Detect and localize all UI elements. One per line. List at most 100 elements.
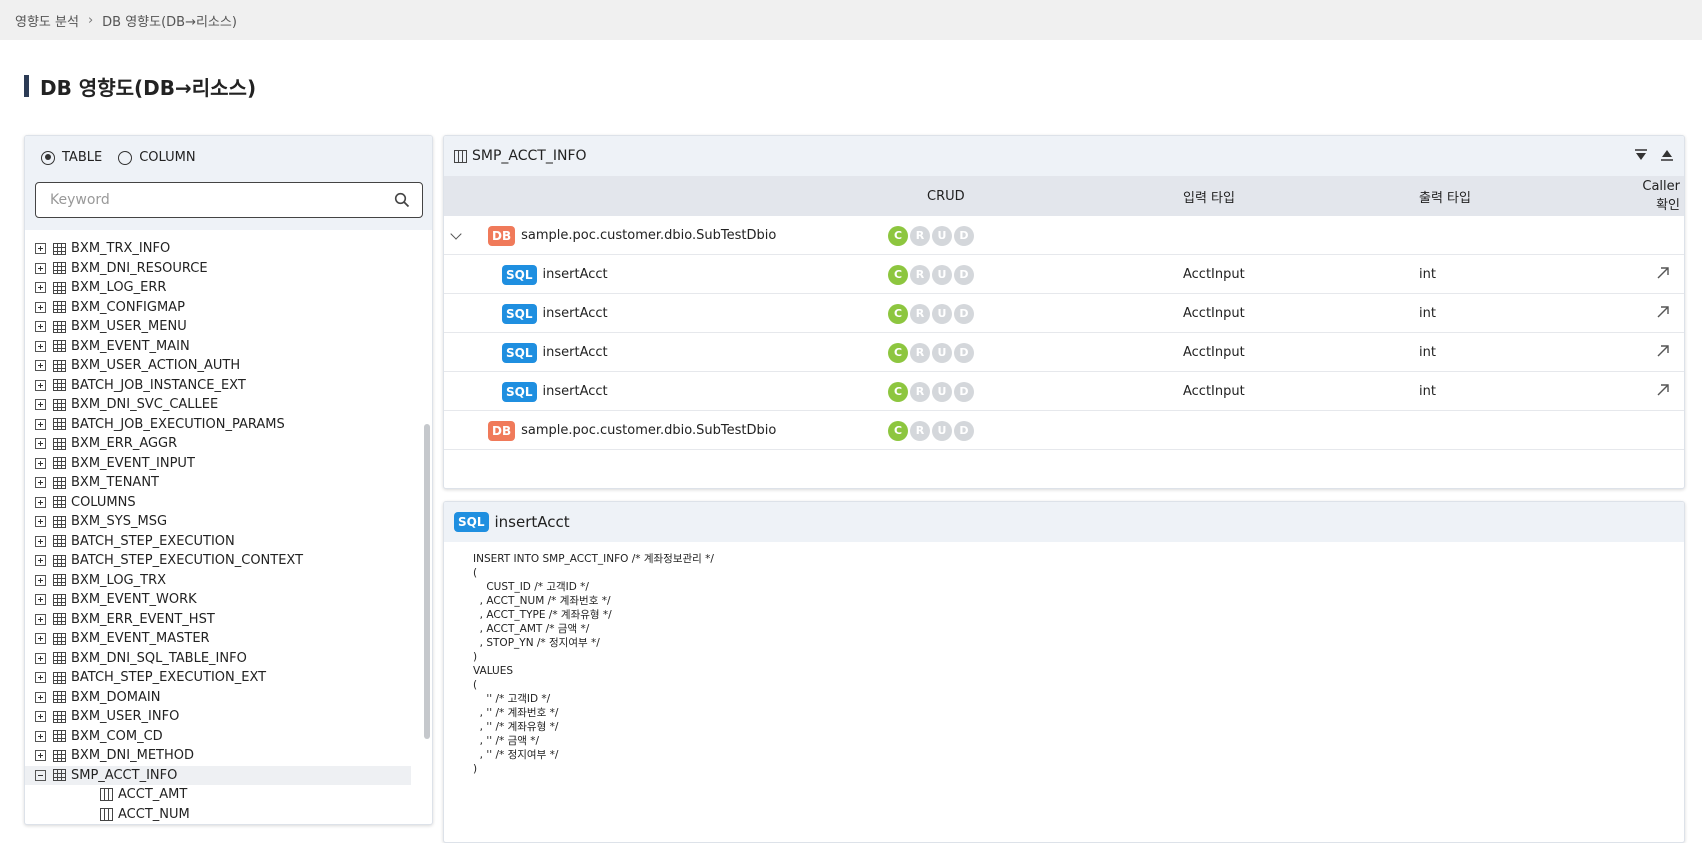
radio-table[interactable] <box>41 150 55 165</box>
tree-item-column[interactable]: ACCT_AMT <box>25 785 425 805</box>
expand-icon[interactable] <box>35 652 46 664</box>
tree-item-label: BXM_DOMAIN <box>71 689 161 705</box>
expand-icon[interactable] <box>35 399 46 411</box>
table-icon <box>53 593 66 606</box>
tree-item-table[interactable]: BXM_USER_ACTION_AUTH <box>25 356 425 376</box>
tree-item-table[interactable]: BATCH_STEP_EXECUTION_EXT <box>25 668 425 688</box>
tree-item-table[interactable]: BXM_EVENT_WORK <box>25 590 425 610</box>
tree-item-label: BXM_CONFIGMAP <box>71 299 185 315</box>
radio-column[interactable] <box>118 150 133 165</box>
sql-badge: SQL <box>502 381 537 402</box>
expand-icon[interactable] <box>35 613 46 625</box>
open-caller-icon[interactable] <box>1656 344 1670 358</box>
tree-item-column[interactable]: ACCT_NUM <box>25 805 425 825</box>
open-caller-icon[interactable] <box>1656 266 1670 280</box>
expand-icon[interactable] <box>35 438 46 450</box>
expand-all-icon[interactable] <box>1660 148 1674 162</box>
table-icon <box>53 554 66 567</box>
expand-icon[interactable] <box>35 282 46 294</box>
expand-icon[interactable] <box>35 477 46 489</box>
expand-icon[interactable] <box>35 379 46 391</box>
tree-item-table[interactable]: BXM_TRX_INFO <box>25 239 425 259</box>
tree-item-label: BXM_TRX_INFO <box>71 241 171 257</box>
collapse-all-icon[interactable] <box>1634 148 1648 162</box>
tree-item-table[interactable]: BXM_SYS_MSG <box>25 512 425 532</box>
keyword-search-input[interactable] <box>50 192 380 208</box>
expand-icon[interactable] <box>35 574 46 586</box>
input-type-cell: AcctInput <box>1183 384 1245 399</box>
collapse-icon[interactable] <box>35 769 46 781</box>
open-caller-icon[interactable] <box>1656 305 1670 319</box>
expand-icon[interactable] <box>35 711 46 723</box>
tree-item-table[interactable]: BATCH_JOB_EXECUTION_PARAMS <box>25 415 425 435</box>
search-icon[interactable] <box>394 192 410 208</box>
table-tree: BXM_TRX_INFO BXM_DNI_RESOURCE BXM_LOG_ERR B… <box>25 230 425 825</box>
tree-item-table-selected[interactable]: SMP_ACCT_INFO <box>25 765 411 785</box>
expand-icon[interactable] <box>35 730 46 742</box>
expand-icon[interactable] <box>35 535 46 547</box>
tree-item-label: BXM_EVENT_WORK <box>71 592 197 608</box>
radio-column-label[interactable]: COLUMN <box>139 150 195 165</box>
chevron-down-icon[interactable] <box>450 228 462 240</box>
tree-item-label: BXM_USER_MENU <box>71 319 187 335</box>
expand-icon[interactable] <box>35 340 46 352</box>
tree-item-label: BXM_LOG_ERR <box>71 280 167 296</box>
expand-icon[interactable] <box>35 457 46 469</box>
expand-icon[interactable] <box>35 243 46 255</box>
tree-item-table[interactable]: BXM_EVENT_INPUT <box>25 454 425 474</box>
tree-item-table[interactable]: BATCH_STEP_EXECUTION <box>25 532 425 552</box>
impact-row[interactable]: DB sample.poc.customer.dbio.SubTestDbio C R… <box>444 411 1684 450</box>
tree-item-table[interactable]: BXM_DNI_SQL_TABLE_INFO <box>25 649 425 669</box>
tree-item-table[interactable]: BXM_EVENT_MAIN <box>25 337 425 357</box>
expand-icon[interactable] <box>35 691 46 703</box>
open-caller-icon[interactable] <box>1656 383 1670 397</box>
expand-icon[interactable] <box>35 750 46 762</box>
tree-scrollbar[interactable] <box>424 424 430 739</box>
impact-row[interactable]: SQL insertAcct C R U D AcctInput int <box>444 255 1684 294</box>
tree-item-table[interactable]: BXM_USER_INFO <box>25 707 425 727</box>
tree-item-table[interactable]: BXM_CONFIGMAP <box>25 298 425 318</box>
expand-icon[interactable] <box>35 496 46 508</box>
expand-icon[interactable] <box>35 672 46 684</box>
tree-item-label: BXM_DNI_METHOD <box>71 748 194 764</box>
expand-icon[interactable] <box>35 360 46 372</box>
impact-row[interactable]: SQL insertAcct C R U D AcctInput int <box>444 333 1684 372</box>
table-icon <box>53 457 66 470</box>
table-icon <box>53 437 66 450</box>
impact-result-title: SMP_ACCT_INFO <box>472 148 587 164</box>
tree-item-table[interactable]: BXM_LOG_ERR <box>25 278 425 298</box>
tree-item-table[interactable]: BATCH_JOB_INSTANCE_EXT <box>25 376 425 396</box>
expand-icon[interactable] <box>35 301 46 313</box>
impact-row[interactable]: DB sample.poc.customer.dbio.SubTestDbio C R… <box>444 216 1684 255</box>
expand-icon[interactable] <box>35 555 46 567</box>
impact-row[interactable]: SQL insertAcct C R U D AcctInput int <box>444 294 1684 333</box>
expand-icon[interactable] <box>35 516 46 528</box>
tree-item-table[interactable]: BXM_ERR_EVENT_HST <box>25 610 425 630</box>
tree-item-table[interactable]: BXM_DNI_SVC_CALLEE <box>25 395 425 415</box>
tree-item-table[interactable]: BXM_LOG_TRX <box>25 571 425 591</box>
tree-item-table[interactable]: BXM_COM_CD <box>25 727 425 747</box>
breadcrumb-item-impact-analysis[interactable]: 영향도 분석 <box>15 11 79 30</box>
impact-row[interactable]: SQL insertAcct C R U D AcctInput int <box>444 372 1684 411</box>
expand-icon[interactable] <box>35 418 46 430</box>
expand-icon[interactable] <box>35 262 46 274</box>
tree-item-table[interactable]: BXM_DNI_METHOD <box>25 746 425 766</box>
radio-table-label[interactable]: TABLE <box>62 150 102 165</box>
tree-item-table[interactable]: BXM_DOMAIN <box>25 688 425 708</box>
tree-item-label: BXM_DNI_SQL_TABLE_INFO <box>71 650 247 666</box>
tree-item-table[interactable]: BXM_DNI_RESOURCE <box>25 259 425 279</box>
header-input-type: 입력 타입 <box>1183 190 1235 206</box>
expand-icon[interactable] <box>35 594 46 606</box>
expand-icon[interactable] <box>35 321 46 333</box>
tree-item-table[interactable]: BATCH_STEP_EXECUTION_CONTEXT <box>25 551 425 571</box>
tree-item-table[interactable]: BXM_EVENT_MASTER <box>25 629 425 649</box>
tree-item-column[interactable]: ACCT_TYPE <box>25 824 425 825</box>
tree-item-table[interactable]: COLUMNS <box>25 493 425 513</box>
tree-item-table[interactable]: BXM_TENANT <box>25 473 425 493</box>
expand-icon[interactable] <box>35 633 46 645</box>
tree-item-table[interactable]: BXM_ERR_AGGR <box>25 434 425 454</box>
panel-controls <box>1634 148 1674 162</box>
impact-grid-body: DB sample.poc.customer.dbio.SubTestDbio C R… <box>444 216 1684 450</box>
tree-item-table[interactable]: BXM_USER_MENU <box>25 317 425 337</box>
table-icon <box>53 671 66 684</box>
